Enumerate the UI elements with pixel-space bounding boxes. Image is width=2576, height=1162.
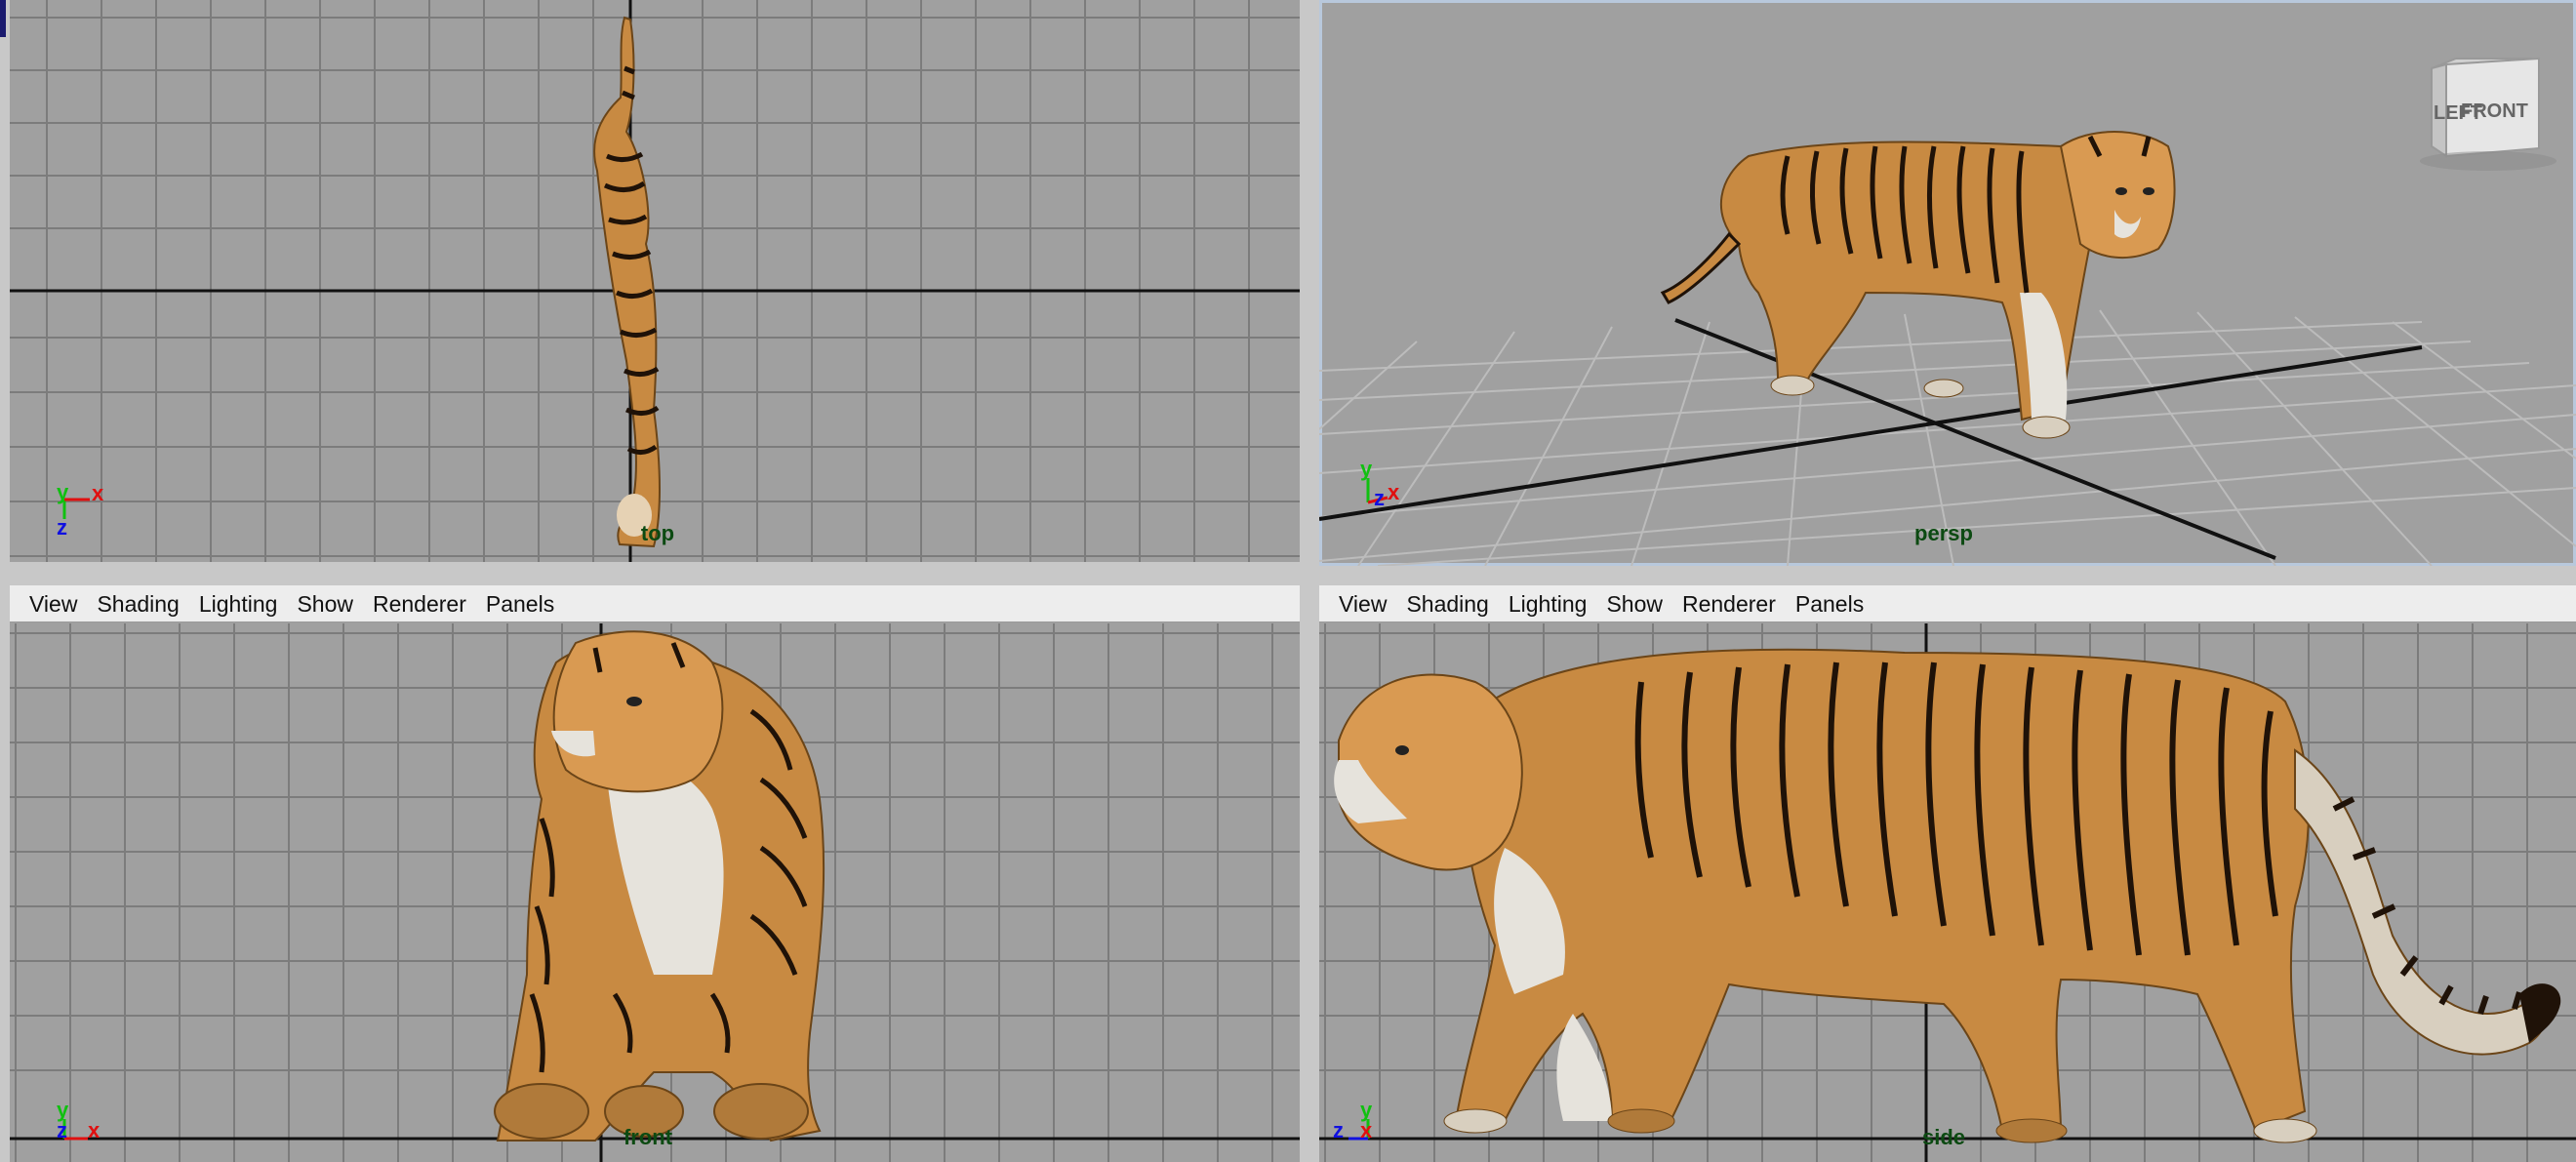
menu-renderer[interactable]: Renderer	[363, 585, 476, 622]
svg-text:x: x	[1360, 1118, 1373, 1142]
viewport-panel-persp[interactable]: y z x LEFT FRONT persp	[1319, 0, 2576, 566]
menu-panels[interactable]: Panels	[476, 585, 564, 622]
menu-view[interactable]: View	[20, 585, 87, 622]
camera-label-top: top	[640, 521, 675, 545]
camera-label-side: side	[1921, 1125, 1966, 1149]
front-view-canvas[interactable]: y z x	[10, 623, 1300, 1162]
menu-show[interactable]: Show	[1596, 585, 1672, 622]
viewport-top[interactable]: y x z top	[10, 0, 1300, 562]
svg-text:y: y	[57, 480, 69, 504]
menu-shading[interactable]: Shading	[1396, 585, 1498, 622]
tiger-model-side[interactable]	[1334, 648, 2561, 1143]
view-cube[interactable]: LEFT FRONT	[2420, 57, 2556, 171]
tiger-tail-side	[2294, 748, 2548, 1056]
side-view-canvas[interactable]: y z x	[1319, 623, 2576, 1162]
viewport-side[interactable]: y z x side	[1319, 623, 2576, 1162]
tiger-model-persp[interactable]	[1660, 131, 2176, 439]
top-view-canvas[interactable]: y x z	[10, 0, 1300, 562]
camera-label-persp: persp	[1914, 521, 1973, 545]
window-corner-marker	[0, 0, 6, 37]
menu-lighting[interactable]: Lighting	[1499, 585, 1597, 622]
camera-label-front: front	[623, 1125, 673, 1149]
viewport-panel-top[interactable]: y x z top	[10, 0, 1300, 562]
menu-renderer[interactable]: Renderer	[1672, 585, 1786, 622]
view-cube-front-face[interactable]: FRONT	[2461, 100, 2528, 122]
tiger-model-top[interactable]	[593, 16, 661, 548]
viewport-front[interactable]: y z x front	[10, 623, 1300, 1162]
viewport-panel-side[interactable]: View Shading Lighting Show Renderer Pane…	[1319, 585, 2576, 1162]
menu-lighting[interactable]: Lighting	[189, 585, 288, 622]
persp-view-canvas[interactable]: y z x LEFT FRONT	[1319, 0, 2576, 566]
axis-gizmo-top: y x z	[57, 480, 104, 540]
menu-panels[interactable]: Panels	[1786, 585, 1873, 622]
panel-menubar-front: View Shading Lighting Show Renderer Pane…	[10, 585, 1300, 622]
viewport-panel-front[interactable]: View Shading Lighting Show Renderer Pane…	[10, 585, 1300, 1162]
tiger-head-side	[1338, 673, 1523, 871]
menu-show[interactable]: Show	[287, 585, 363, 622]
svg-text:x: x	[88, 1118, 101, 1142]
menu-view[interactable]: View	[1329, 585, 1396, 622]
viewport-persp[interactable]: y z x LEFT FRONT persp	[1319, 0, 2576, 566]
svg-text:z: z	[1333, 1118, 1344, 1142]
svg-text:z: z	[57, 515, 67, 540]
axis-gizmo-front: y z x	[57, 1098, 101, 1142]
axis-gizmo-persp: y z x	[1360, 457, 1400, 510]
tiger-model-front[interactable]	[494, 630, 825, 1142]
axis-gizmo-side: y z x	[1333, 1098, 1373, 1142]
grid-axes-persp	[1319, 318, 2423, 560]
panel-menubar-side: View Shading Lighting Show Renderer Pane…	[1319, 585, 2576, 622]
menu-shading[interactable]: Shading	[87, 585, 188, 622]
svg-text:x: x	[92, 481, 104, 505]
svg-text:z: z	[57, 1118, 67, 1142]
svg-text:y: y	[1360, 457, 1373, 481]
svg-text:z: z	[1374, 486, 1385, 510]
tiger-head-front	[552, 630, 724, 793]
svg-text:x: x	[1388, 480, 1400, 504]
